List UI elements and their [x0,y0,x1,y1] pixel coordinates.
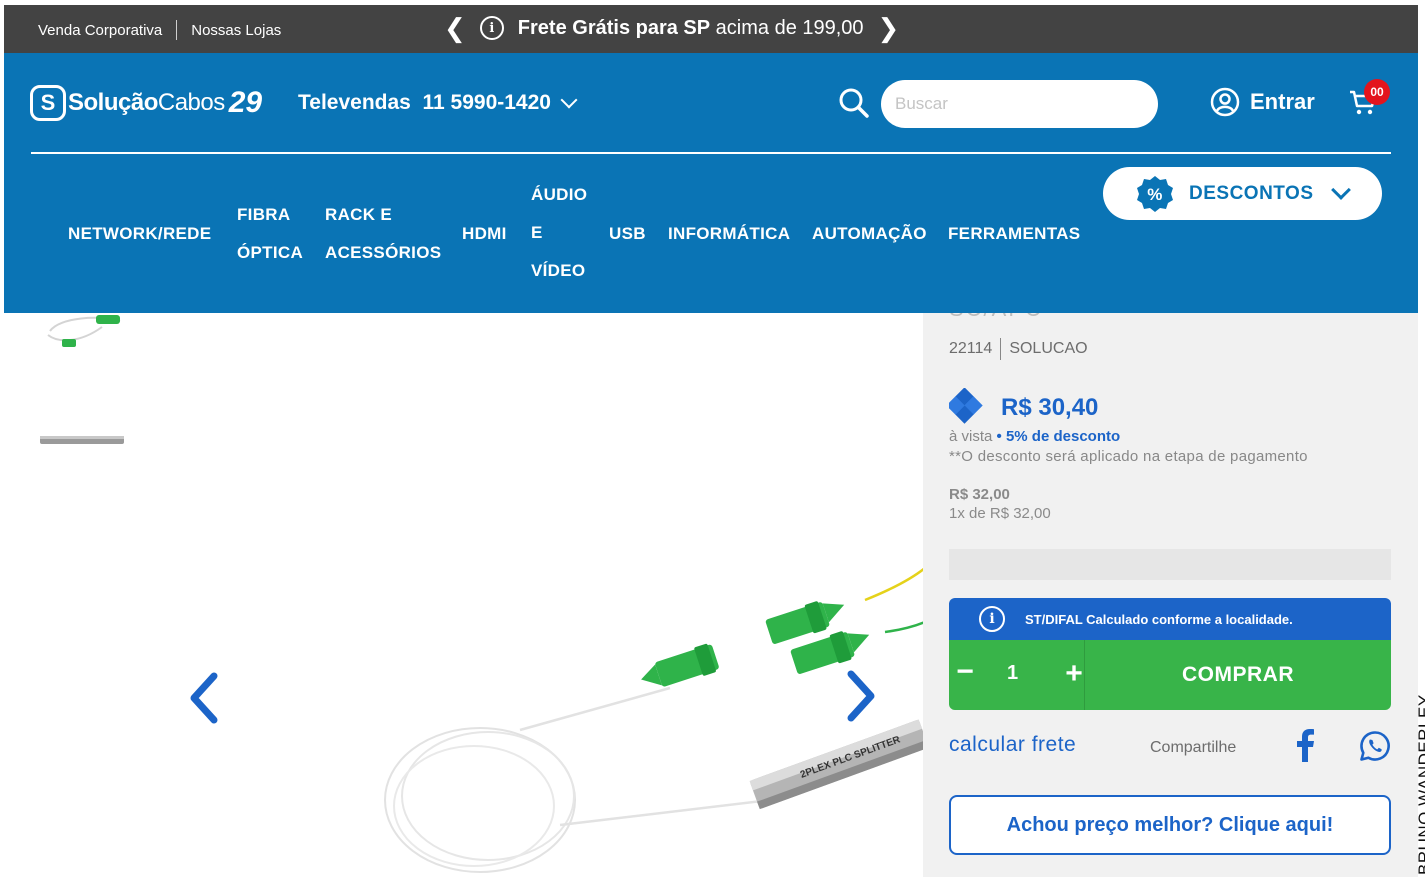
svg-text:%: % [1147,185,1163,204]
thumbnail-splitter-body[interactable] [38,432,126,448]
descontos-button[interactable]: % DESCONTOS [1103,167,1382,220]
info-icon: i [479,16,504,40]
logo-brand-b: Cabos [157,89,225,116]
chevron-down-icon [1330,179,1351,200]
facebook-icon[interactable] [1294,728,1316,762]
nav-rack-line2: ACESSÓRIOS [325,243,442,262]
search-input[interactable] [881,80,1158,128]
link-divider [176,20,178,40]
nav-network-label: NETWORK/REDE [68,224,212,243]
better-price-button[interactable]: Achou preço melhor? Clique aqui! [949,795,1391,855]
nav-rack-line1: RACK E [325,205,392,224]
nav-usb-label: USB [609,224,646,243]
share-label: Compartilhe [1150,739,1237,756]
nav-hdmi-label: HDMI [462,224,507,243]
nav-rack[interactable]: RACK E ACESSÓRIOS [325,196,441,272]
login-button[interactable]: Entrar [1210,87,1315,117]
promo-text: Frete Grátis para SP acima de 199,00 [518,17,864,40]
descontos-label: DESCONTOS [1189,182,1314,204]
nav-ferramentas-label: FERRAMENTAS [948,224,1081,243]
login-label: Entrar [1250,89,1315,114]
nav-ferramentas[interactable]: FERRAMENTAS [948,215,1080,253]
installment: 1x de R$ 32,00 [949,505,1051,522]
nav-audio-video[interactable]: ÁUDIO E VÍDEO [531,176,587,290]
nav-automacao[interactable]: AUTOMAÇÃO [812,215,927,253]
nav-informatica-label: INFORMÁTICA [668,224,791,243]
nav-audio-line1: ÁUDIO [531,185,588,204]
nav-network[interactable]: NETWORK/REDE [68,215,211,253]
diamond-pix-icon [949,388,983,424]
photo-credit: BRUNO WANDERLEY [1395,677,1425,877]
logo-anniversary: 29 [228,86,263,119]
avista-label: à vista [949,428,997,445]
logo-s-icon: S [30,85,66,121]
discount-note: **O desconto será aplicado na etapa de p… [949,448,1308,465]
top-links: Venda Corporativa Nossas Lojas [38,20,281,40]
old-price: R$ 32,00 [949,486,1010,503]
price-row: R$ 30,40 [949,388,1098,428]
nav-fibra-optica[interactable]: FIBRA ÓPTICA [237,196,303,272]
televendas-label: Televendas 11 5990-1420 [298,91,551,114]
whatsapp-icon[interactable] [1359,730,1391,762]
photo-credit-text: BRUNO WANDERLEY [1415,694,1425,875]
nav-usb[interactable]: USB [609,215,646,253]
promo-next-icon[interactable]: ❯ [878,13,900,43]
gallery-next-arrow[interactable] [845,670,879,722]
cart-count-badge: 00 [1364,79,1390,105]
logo[interactable]: S Solução Cabos 29 [30,85,262,121]
promo-text-bold: Frete Grátis para SP [517,16,711,39]
link-our-stores[interactable]: Nossas Lojas [191,22,281,39]
top-announcement-bar: Venda Corporativa Nossas Lojas ❮ i Frete… [4,5,1418,53]
variant-placeholder [949,549,1391,580]
nav-informatica[interactable]: INFORMÁTICA [668,215,790,253]
st-difal-notice: i ST/DIFAL Calculado conforme a localida… [949,598,1391,640]
nav-automacao-label: AUTOMAÇÃO [812,224,927,243]
buy-button[interactable]: COMPRAR [1085,640,1391,710]
nav-audio-line2: E [531,223,543,242]
sku-divider [1000,338,1002,360]
thumbnail-splitter-cables[interactable] [40,313,126,353]
link-corporate-sales[interactable]: Venda Corporativa [38,22,162,39]
nav-hdmi[interactable]: HDMI [462,215,507,253]
nav-audio-line3: VÍDEO [531,261,586,280]
gallery-prev-arrow[interactable] [186,672,220,724]
st-difal-text: ST/DIFAL Calculado conforme a localidade… [1025,611,1293,627]
percent-badge-icon: % [1137,175,1173,212]
qty-value[interactable]: 1 [1007,662,1018,685]
promo-prev-icon[interactable]: ❮ [444,13,466,43]
payment-avista: à vista • 5% de desconto [949,428,1120,445]
product-sku-row: 22114 SOLUCAO [949,338,1088,360]
header-divider [31,152,1391,154]
site-header: S Solução Cabos 29 Televendas 11 5990-14… [4,53,1418,313]
buy-bar: − 1 + COMPRAR [949,640,1391,710]
nav-fibra-line1: FIBRA [237,205,291,224]
product-image: 2PLEX PLC SPLITTER [384,567,925,873]
discount-label: • 5% de desconto [996,428,1121,445]
user-icon [1210,87,1240,117]
logo-brand-a: Solução [68,89,158,116]
promo-carousel: ❮ i Frete Grátis para SP acima de 199,00… [444,13,899,43]
product-brand: SOLUCAO [1009,340,1088,357]
nav-fibra-line2: ÓPTICA [237,243,304,262]
televendas-dropdown[interactable]: Televendas 11 5990-1420 [298,91,578,115]
qty-decrease-button[interactable]: − [953,654,977,694]
info-icon: i [979,606,1005,632]
promo-text-rest: acima de 199,00 [710,16,864,39]
product-sku: 22114 [949,340,993,357]
chevron-down-icon [560,91,578,109]
product-price: R$ 30,40 [1001,394,1099,421]
calculate-shipping-link[interactable]: calcular frete [949,733,1076,757]
search-icon[interactable] [838,87,870,119]
